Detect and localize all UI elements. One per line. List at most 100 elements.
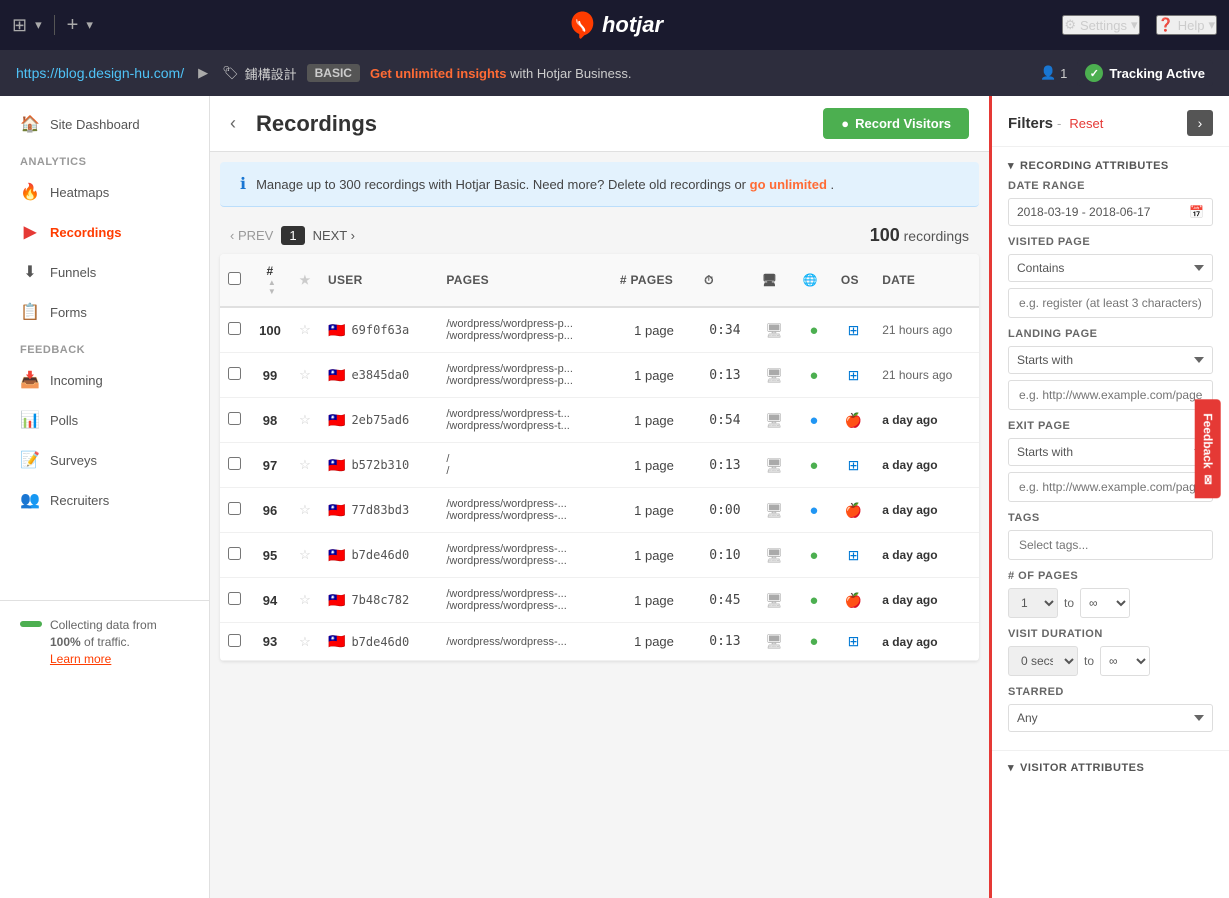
- visit-duration-from-select[interactable]: 0 secs5 secs10 secs30 secs1 min: [1008, 646, 1078, 676]
- sidebar-item-incoming[interactable]: 📥 Incoming: [0, 360, 209, 400]
- row-star[interactable]: ☆: [290, 578, 320, 623]
- go-unlimited-link[interactable]: go unlimited: [750, 177, 827, 192]
- logo-text: hotjar: [602, 12, 663, 38]
- table-row[interactable]: 93 ☆ 🇹🇼 b7de46d0 /wordpress/wordpress-..…: [220, 623, 979, 661]
- row-browser: ●: [795, 307, 833, 353]
- exit-page-condition-select[interactable]: Starts with Contains Ends with Equals: [1008, 438, 1213, 466]
- info-banner: ℹ Manage up to 300 recordings with Hotja…: [220, 162, 979, 207]
- row-duration: 0:13: [696, 443, 754, 488]
- filters-close-button[interactable]: ›: [1187, 110, 1213, 136]
- table-row[interactable]: 96 ☆ 🇹🇼 77d83bd3 /wordpress/wordpress-..…: [220, 488, 979, 533]
- row-checkbox[interactable]: [228, 322, 241, 335]
- upgrade-link[interactable]: Get unlimited insights: [370, 66, 507, 81]
- record-visitors-button[interactable]: ● Record Visitors: [823, 108, 969, 139]
- num-pages-to-select[interactable]: ∞51020: [1080, 588, 1130, 618]
- row-checkbox[interactable]: [228, 412, 241, 425]
- col-header-browser[interactable]: 🌐: [795, 254, 833, 307]
- landing-page-condition-select[interactable]: Starts with Contains Ends with Equals: [1008, 346, 1213, 374]
- col-header-date[interactable]: DATE: [874, 254, 979, 307]
- page-url-2: /wordpress/wordpress-...: [446, 600, 604, 612]
- sidebar-item-recordings[interactable]: ▶ Recordings: [0, 212, 209, 252]
- prev-button[interactable]: ‹ PREV: [230, 228, 273, 243]
- col-header-number[interactable]: # ▲▼: [250, 254, 290, 307]
- table-row[interactable]: 100 ☆ 🇹🇼 69f0f63a /wordpress/wordpress-p…: [220, 307, 979, 353]
- select-all-checkbox[interactable]: [228, 272, 241, 285]
- sidebar-footer: Collecting data from 100% of traffic. Le…: [0, 600, 209, 687]
- row-star[interactable]: ☆: [290, 398, 320, 443]
- sidebar-item-polls[interactable]: 📊 Polls: [0, 400, 209, 440]
- row-star[interactable]: ☆: [290, 443, 320, 488]
- sidebar-item-surveys[interactable]: 📝 Surveys: [0, 440, 209, 480]
- row-checkbox[interactable]: [228, 457, 241, 470]
- feedback-button[interactable]: Feedback ✉: [1194, 399, 1220, 498]
- row-number: 96: [250, 488, 290, 533]
- sidebar-item-recruiters[interactable]: 👥 Recruiters: [0, 480, 209, 520]
- row-star[interactable]: ☆: [290, 623, 320, 661]
- starred-label: STARRED: [1008, 686, 1213, 698]
- recording-attributes-toggle[interactable]: ▾ Recording attributes: [1008, 159, 1213, 172]
- landing-page-input[interactable]: [1008, 380, 1213, 410]
- row-duration: 0:34: [696, 307, 754, 353]
- col-header-device[interactable]: 🖥: [754, 254, 795, 307]
- row-page-count: 1 page: [612, 398, 696, 443]
- sidebar-item-heatmaps[interactable]: 🔥 Heatmaps: [0, 172, 209, 212]
- row-checkbox[interactable]: [228, 502, 241, 515]
- help-button[interactable]: ❓ Help ▾: [1156, 15, 1217, 35]
- table-row[interactable]: 98 ☆ 🇹🇼 2eb75ad6 /wordpress/wordpress-t.…: [220, 398, 979, 443]
- row-star[interactable]: ☆: [290, 488, 320, 533]
- visit-duration-label: VISIT DURATION: [1008, 628, 1213, 640]
- user-id: 77d83bd3: [351, 503, 409, 517]
- tags-input[interactable]: [1008, 530, 1213, 560]
- record-icon: ●: [841, 116, 849, 131]
- recording-attributes-section: ▾ Recording attributes DATE RANGE 2018-0…: [992, 147, 1229, 751]
- col-header-num-pages[interactable]: # PAGES: [612, 254, 696, 307]
- sidebar-item-funnels[interactable]: ⬇ Funnels: [0, 252, 209, 292]
- table-row[interactable]: 95 ☆ 🇹🇼 b7de46d0 /wordpress/wordpress-..…: [220, 533, 979, 578]
- desktop-icon: 🖥: [765, 633, 783, 649]
- row-star[interactable]: ☆: [290, 353, 320, 398]
- learn-more-link[interactable]: Learn more: [50, 652, 111, 666]
- row-checkbox[interactable]: [228, 634, 241, 647]
- starred-select[interactable]: Any Yes No: [1008, 704, 1213, 732]
- row-user: 🇹🇼 69f0f63a: [320, 307, 438, 353]
- row-pages: /wordpress/wordpress-p... /wordpress/wor…: [438, 307, 612, 353]
- col-header-pages[interactable]: PAGES: [438, 254, 612, 307]
- exit-page-input[interactable]: [1008, 472, 1213, 502]
- sidebar-item-forms[interactable]: 📋 Forms: [0, 292, 209, 332]
- pagination[interactable]: ‹ PREV 1 NEXT ›: [230, 226, 355, 245]
- col-header-duration[interactable]: ⏱: [696, 254, 754, 307]
- breadcrumb-arrow: ▶: [198, 65, 208, 81]
- date-range-input[interactable]: 2018-03-19 - 2018-06-17 📅: [1008, 198, 1213, 226]
- current-page[interactable]: 1: [281, 226, 304, 245]
- settings-button[interactable]: ⚙ Settings ▾: [1062, 15, 1139, 35]
- row-page-count: 1 page: [612, 307, 696, 353]
- next-button[interactable]: NEXT ›: [313, 228, 355, 243]
- row-checkbox[interactable]: [228, 367, 241, 380]
- row-browser: ●: [795, 488, 833, 533]
- grid-icon[interactable]: ⊞: [12, 15, 27, 36]
- collecting-text: Collecting data from 100% of traffic. Le…: [50, 617, 189, 667]
- row-checkbox[interactable]: [228, 547, 241, 560]
- sidebar-item-site-dashboard[interactable]: 🏠 Site Dashboard: [0, 104, 209, 144]
- filters-reset-link[interactable]: Reset: [1069, 116, 1103, 131]
- visited-page-condition-select[interactable]: Contains Starts with Ends with Equals: [1008, 254, 1213, 282]
- visitor-attributes-toggle[interactable]: ▾ Visitor attributes: [992, 751, 1229, 784]
- col-header-os[interactable]: OS: [833, 254, 874, 307]
- feedback-icon: ✉: [1200, 475, 1214, 485]
- add-button[interactable]: +: [67, 14, 79, 37]
- col-header-user[interactable]: USER: [320, 254, 438, 307]
- visited-page-input[interactable]: [1008, 288, 1213, 318]
- user-flag-icon: 🇹🇼: [328, 592, 345, 609]
- row-checkbox[interactable]: [228, 592, 241, 605]
- visit-duration-to-select[interactable]: ∞1 min5 min10 min: [1100, 646, 1150, 676]
- num-pages-from-input[interactable]: 123510: [1008, 588, 1058, 618]
- row-star[interactable]: ☆: [290, 307, 320, 353]
- col-header-star[interactable]: ★: [290, 254, 320, 307]
- site-url[interactable]: https://blog.design-hu.com/: [16, 65, 184, 81]
- chrome-icon: ●: [809, 547, 818, 564]
- table-row[interactable]: 99 ☆ 🇹🇼 e3845da0 /wordpress/wordpress-p.…: [220, 353, 979, 398]
- collapse-sidebar-button[interactable]: ‹: [230, 113, 236, 134]
- row-star[interactable]: ☆: [290, 533, 320, 578]
- table-row[interactable]: 94 ☆ 🇹🇼 7b48c782 /wordpress/wordpress-..…: [220, 578, 979, 623]
- table-row[interactable]: 97 ☆ 🇹🇼 b572b310 / / 1 page 0:13 🖥 ● ⊞ a…: [220, 443, 979, 488]
